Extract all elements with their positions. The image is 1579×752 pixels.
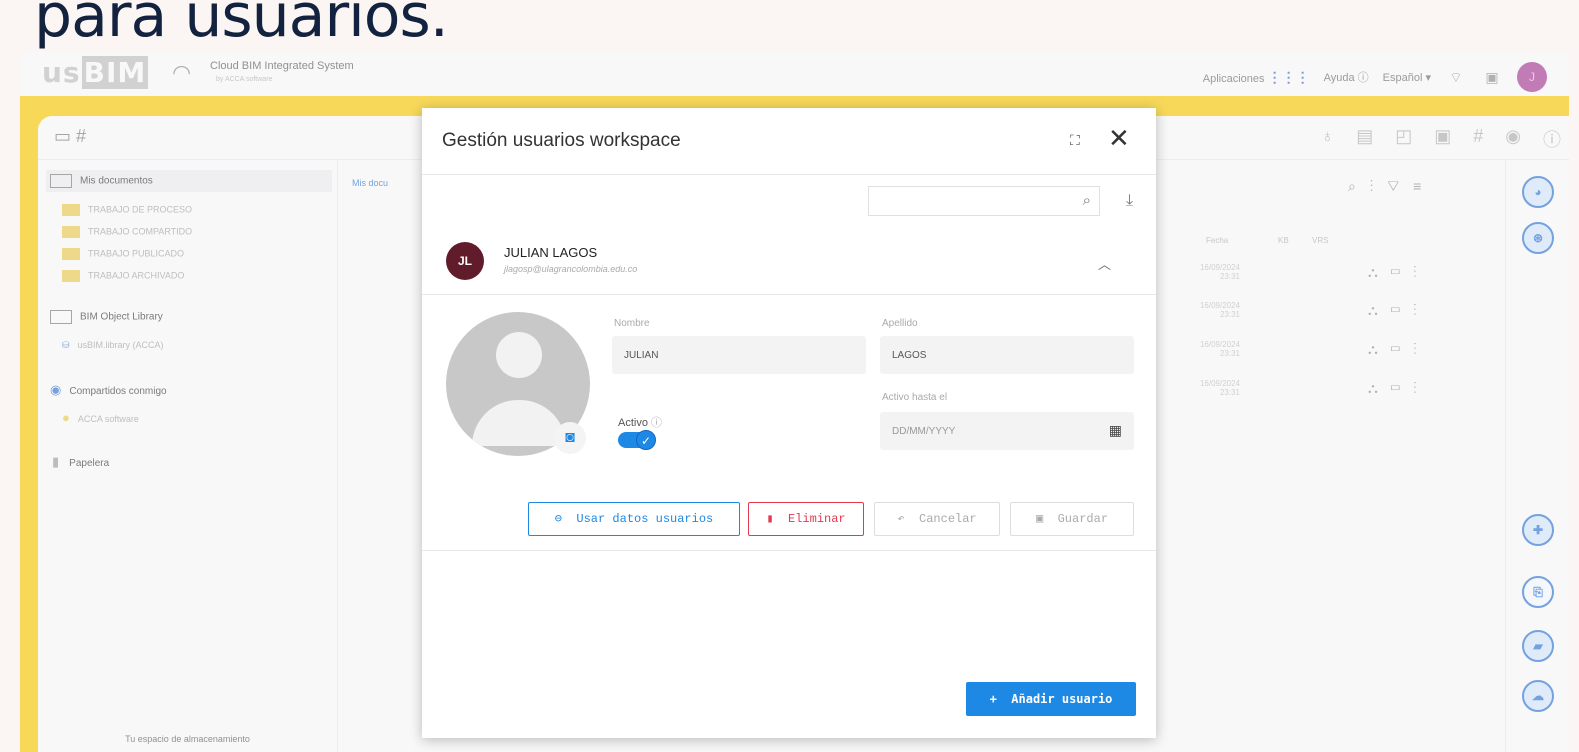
help-icon[interactable]: ⓘ	[651, 417, 662, 429]
divider	[422, 174, 1156, 175]
use-user-data-button[interactable]: ⊖ Usar datos usuarios	[528, 502, 740, 536]
user-avatar: JL	[446, 242, 484, 280]
activo-toggle[interactable]: ✓	[618, 430, 656, 450]
user-management-modal: Gestión usuarios workspace ⛶ ✕ ⌕ ⤓ JL JU…	[422, 108, 1156, 738]
slide-heading: para usuarios.	[34, 0, 449, 51]
user-name: JULIAN LAGOS	[504, 245, 598, 260]
user-email: jlagosp@ulagrancolombia.edu.co	[504, 264, 638, 274]
check-icon: ✓	[636, 430, 656, 450]
apellido-field[interactable]: LAGOS	[880, 336, 1134, 374]
calendar-icon[interactable]: ▦	[1109, 422, 1122, 439]
close-icon[interactable]: ✕	[1108, 125, 1130, 151]
nombre-label: Nombre	[614, 318, 650, 329]
chevron-up-icon[interactable]: ︿	[1098, 254, 1111, 273]
activo-hasta-label: Activo hasta el	[882, 392, 948, 403]
camera-icon[interactable]: ◙	[554, 422, 586, 454]
delete-button[interactable]: ▮ Eliminar	[748, 502, 864, 536]
save-button[interactable]: ▣ Guardar	[1010, 502, 1134, 536]
modal-title: Gestión usuarios workspace	[442, 130, 681, 151]
apellido-label: Apellido	[882, 318, 918, 329]
expand-icon[interactable]: ⛶	[1070, 132, 1080, 149]
divider	[422, 550, 1156, 551]
date-field[interactable]: DD/MM/YYYY ▦	[880, 412, 1134, 450]
nombre-field[interactable]: JULIAN	[612, 336, 866, 374]
download-icon[interactable]: ⤓	[1126, 192, 1133, 210]
divider	[422, 294, 1156, 295]
add-user-button[interactable]: + Añadir usuario	[966, 682, 1136, 716]
activo-label: Activo ⓘ	[618, 417, 663, 429]
cancel-button[interactable]: ↶ Cancelar	[874, 502, 1000, 536]
search-icon[interactable]: ⌕	[1083, 192, 1091, 209]
search-input[interactable]: ⌕	[868, 186, 1100, 216]
